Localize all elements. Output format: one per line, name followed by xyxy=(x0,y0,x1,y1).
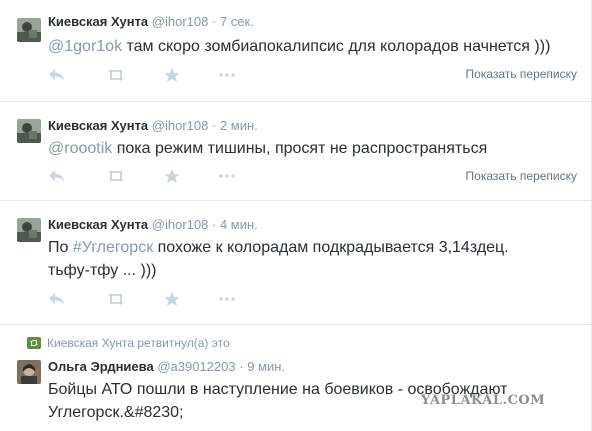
more-dots-icon[interactable] xyxy=(218,168,236,184)
tweet-header: Киевская Хунта @ihor108 · 4 мин. xyxy=(48,217,258,233)
more-dots-icon[interactable] xyxy=(218,67,236,83)
tweet-handle[interactable]: @ihor108 xyxy=(152,118,209,133)
tweet-timestamp[interactable]: 7 сек. xyxy=(220,14,254,29)
avatar[interactable] xyxy=(17,18,41,42)
tweet-text: @1gor1ok там скоро зомбиапокалипсис для … xyxy=(48,35,578,58)
tweet-handle[interactable]: @ihor108 xyxy=(152,14,209,29)
retweet-context-icon xyxy=(27,337,41,349)
reply-icon[interactable] xyxy=(48,168,66,184)
tweet-timestamp[interactable]: 4 мин. xyxy=(220,217,258,232)
tweet-text-prefix: По xyxy=(48,239,73,256)
tweet-handle[interactable]: @ihor108 xyxy=(152,217,209,232)
tweet-header: Ольга Эрдниева @a39012203 · 9 мин. xyxy=(48,359,285,375)
separator: · xyxy=(212,14,217,29)
avatar-icon xyxy=(17,360,41,384)
tweet-header: Киевская Хунта @ihor108 · 2 мин. xyxy=(48,118,258,134)
separator: · xyxy=(212,118,217,133)
tweet-actions xyxy=(48,291,578,307)
favorite-star-icon[interactable] xyxy=(163,291,181,307)
mention-link[interactable]: @1gor1ok xyxy=(48,38,122,55)
tweet-fullname[interactable]: Киевская Хунта xyxy=(48,118,148,133)
reply-icon[interactable] xyxy=(48,291,66,307)
show-conversation-link[interactable]: Показать переписку xyxy=(466,169,577,183)
tweet-text-line: По #Углегорск похоже к колорадам подкрад… xyxy=(48,236,578,259)
tweet-fullname[interactable]: Ольга Эрдниева xyxy=(48,359,154,374)
retweet-context-label[interactable]: Киевская Хунта ретвитнул(а) это xyxy=(47,336,230,350)
hashtag-link[interactable]: #Углегорск xyxy=(73,239,153,256)
tweet[interactable]: Киевская Хунта @ihor108 · 4 мин. По #Угл… xyxy=(0,200,591,325)
avatar[interactable] xyxy=(17,218,41,242)
separator: · xyxy=(212,217,217,232)
retweet-icon[interactable] xyxy=(107,67,125,83)
more-dots-icon[interactable] xyxy=(218,291,236,307)
reply-icon[interactable] xyxy=(48,67,66,83)
tweet-text: По #Углегорск похоже к колорадам подкрад… xyxy=(48,236,578,282)
tweet-fullname[interactable]: Киевская Хунта xyxy=(48,14,148,29)
tweet-header: Киевская Хунта @ihor108 · 7 сек. xyxy=(48,14,254,30)
retweet-icon[interactable] xyxy=(107,291,125,307)
tweet-timestamp[interactable]: 9 мин. xyxy=(247,359,285,374)
tweet-text-body: похоже к колорадам подкрадывается 3,14зд… xyxy=(153,239,509,256)
tweet-text-body: там скоро зомбиапокалипсис для колорадов… xyxy=(122,38,551,55)
tweet-text: @roootik пока режим тишины, просят не ра… xyxy=(48,137,578,160)
tweet-timestamp[interactable]: 2 мин. xyxy=(220,118,258,133)
tweet-text-line: тьфу-тфу ... ))) xyxy=(48,262,157,279)
avatar[interactable] xyxy=(17,360,41,384)
tweet[interactable]: Киевская Хунта ретвитнул(а) это Ольга Эр… xyxy=(0,324,591,431)
favorite-star-icon[interactable] xyxy=(163,67,181,83)
avatar-icon xyxy=(17,18,41,42)
tweet-text-body: пока режим тишины, просят не распростран… xyxy=(112,140,488,157)
tweet[interactable]: Киевская Хунта @ihor108 · 2 мин. @roooti… xyxy=(0,101,591,201)
avatar-icon xyxy=(17,218,41,242)
avatar-icon xyxy=(17,119,41,143)
avatar[interactable] xyxy=(17,119,41,143)
show-conversation-link[interactable]: Показать переписку xyxy=(466,67,577,81)
favorite-star-icon[interactable] xyxy=(163,168,181,184)
tweet-fullname[interactable]: Киевская Хунта xyxy=(48,217,148,232)
retweet-icon[interactable] xyxy=(107,168,125,184)
tweet-feed: Киевская Хунта @ihor108 · 7 сек. @1gor1o… xyxy=(0,0,592,431)
mention-link[interactable]: @roootik xyxy=(48,140,112,157)
tweet-handle[interactable]: @a39012203 xyxy=(157,359,235,374)
watermark: YAPLAKAL.COM xyxy=(421,393,546,408)
tweet[interactable]: Киевская Хунта @ihor108 · 7 сек. @1gor1o… xyxy=(0,0,591,102)
separator: · xyxy=(239,359,244,374)
